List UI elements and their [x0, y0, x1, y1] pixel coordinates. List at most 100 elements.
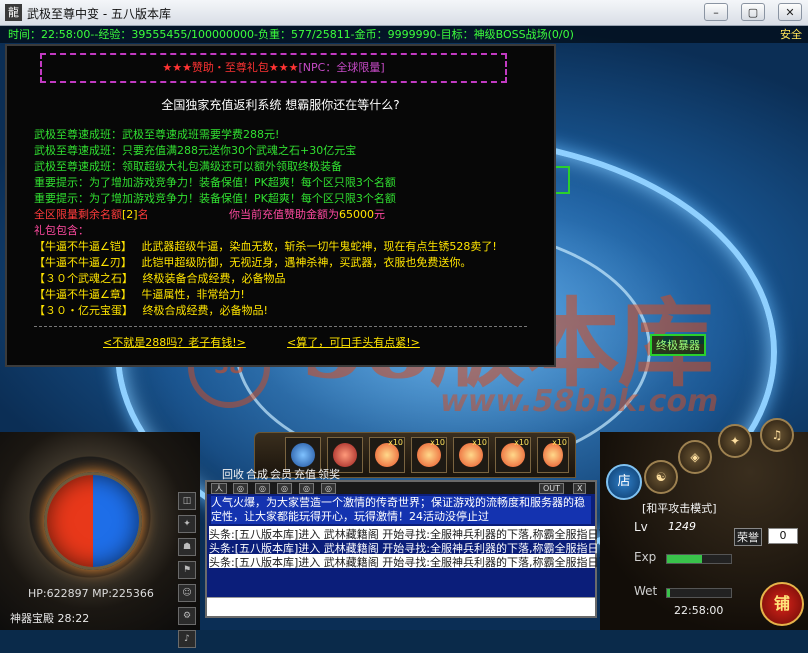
function-tabs: 回收 合成 会员 充值 领奖 — [222, 466, 342, 481]
sound-round-icon[interactable]: ♫ — [760, 418, 794, 452]
dialog-line: 武极至尊速成班：领取超级大礼包满级还可以额外领取终极装备 — [34, 160, 342, 173]
sound-icon[interactable]: ♪ — [178, 630, 196, 648]
belt-slot[interactable]: x10 — [369, 437, 405, 473]
gift-desc: 终极装备合成经费，必备物品 — [142, 272, 286, 285]
chat-message: 头条:[五八版本库]进入 武林藏籍阁 开始寻找:全服神兵利器的下落,称霸全服指日… — [209, 542, 625, 555]
shop-button[interactable]: 店 — [606, 464, 642, 500]
bottom-hud: HP:622897 MP:225366 神器宝殿 28:22 ◫ ✦ ☗ ⚑ ☺… — [0, 418, 808, 648]
dialog-headline: 全国独家充值返利系统 想霸服你还在等什么? — [161, 98, 400, 112]
slot-count: x10 — [388, 438, 403, 447]
banner-title: ★★★赞助・至尊礼包★★★ — [162, 61, 299, 74]
map-name: 神器宝殿 28:22 — [10, 612, 90, 625]
status-panel: 店 ☯ ◈ ✦ ♫ [和平攻击模式] Lv 1249 荣誉 0 Exp Wet … — [600, 418, 808, 630]
weight-bar-fill — [667, 589, 671, 597]
chat-channel-button[interactable]: ◎ — [277, 483, 292, 494]
guild-icon[interactable]: ⚑ — [178, 561, 196, 579]
slot-count: x10 — [430, 438, 445, 447]
slot-count: x10 — [552, 438, 567, 447]
bag-icon[interactable]: ◫ — [178, 492, 196, 510]
sponsor-label: 你当前充值赞助金额为 — [229, 208, 339, 221]
sponsor-line: 你当前充值赞助金额为65000元 — [229, 206, 385, 222]
quota-line: 全区限量剩余名额[2]名 — [34, 206, 149, 222]
belt-slot[interactable]: x10 — [537, 437, 569, 473]
accept-offer-link[interactable]: <不就是288吗？老子有钱!> — [103, 334, 246, 350]
map-npc-tag[interactable]: 终极暴器 — [650, 334, 706, 356]
chat-close-button[interactable]: X — [573, 483, 587, 494]
dragon-frame: HP:622897 MP:225366 神器宝殿 28:22 — [0, 432, 200, 630]
chat-channel-button[interactable]: ◎ — [255, 483, 270, 494]
window-titlebar: 龍 武极至尊中变 - 五八版本库 – ▢ ✕ — [0, 0, 808, 26]
level-value: 1249 — [668, 520, 696, 533]
rune-skill-icon — [291, 443, 315, 467]
friend-icon[interactable]: ☺ — [178, 584, 196, 602]
flame-skill-icon — [333, 443, 357, 467]
chat-notice: 人气火爆，为大家营造一个激情的传奇世界；保证游戏的流畅度和服务器的稳定性，让大家… — [211, 496, 591, 524]
window-title: 武极至尊中变 - 五八版本库 — [27, 7, 171, 21]
minimize-button[interactable]: – — [704, 3, 728, 21]
belt-slot[interactable]: x10 — [453, 437, 489, 473]
gift-name: 【牛逼不牛逼∠铠】 — [34, 240, 132, 253]
team-icon[interactable]: ☗ — [178, 538, 196, 556]
chat-input[interactable] — [207, 597, 595, 616]
close-button[interactable]: ✕ — [778, 3, 802, 21]
setting-icon[interactable]: ⚙ — [178, 607, 196, 625]
slot-count: x10 — [472, 438, 487, 447]
gift-heading: 礼包包含： — [34, 224, 89, 237]
sponsor-value: 65000 — [339, 208, 374, 221]
gift-item: 【牛逼不牛逼∠刃】 此铠甲超级防御，无视近身，遇神杀神，买武器，衣服也免费送你。 — [34, 254, 471, 270]
belt-slot[interactable]: x10 — [495, 437, 531, 473]
gift-desc: 终极合成经费，必备物品! — [142, 304, 268, 317]
chat-message: 头条:[五八版本库]进入 武林藏籍阁 开始寻找:全服神兵利器的下落,称霸全服指日… — [209, 554, 625, 569]
gift-name: 【３０个武魂之石】 — [34, 272, 133, 285]
chat-channel-button[interactable]: ◎ — [321, 483, 336, 494]
attack-mode[interactable]: [和平攻击模式] — [642, 500, 717, 516]
quota-unit: 名 — [137, 208, 149, 221]
exp-label: Exp — [634, 550, 657, 564]
quota-value: [2] — [122, 208, 138, 221]
weight-bar — [666, 588, 732, 598]
gift-item: 【３０个武魂之石】 终极装备合成经费，必备物品 — [34, 270, 286, 286]
chat-panel: 人 ◎ ◎ ◎ ◎ ◎ OUT X 人气火爆，为大家营造一个激情的传奇世界；保证… — [205, 480, 625, 618]
character-icon[interactable]: ☯ — [644, 460, 678, 494]
bag-round-icon[interactable]: ◈ — [678, 440, 712, 474]
honor-value: 0 — [768, 528, 798, 544]
hp-mp-readout: HP:622897 MP:225366 — [28, 587, 154, 600]
store-button[interactable]: 铺 — [760, 582, 804, 626]
gift-item: 【牛逼不牛逼∠章】 牛逼属性，非常给力! — [34, 286, 245, 302]
belt-slot[interactable]: x10 — [411, 437, 447, 473]
gift-desc: 此铠甲超级防御，无视近身，遇神杀神，买武器，衣服也免费送你。 — [141, 256, 472, 269]
gift-desc: 牛逼属性，非常给力! — [141, 288, 245, 301]
maximize-button[interactable]: ▢ — [741, 3, 765, 21]
dialog-divider — [34, 326, 527, 327]
chat-channel-button[interactable]: 人 — [211, 483, 227, 494]
chat-channel-button[interactable]: ◎ — [299, 483, 314, 494]
chat-out-button[interactable]: OUT — [539, 483, 565, 494]
gift-name: 【牛逼不牛逼∠章】 — [34, 288, 132, 301]
game-clock: 22:58:00 — [674, 604, 724, 617]
decline-offer-link[interactable]: <算了，可口手头有点紧!> — [287, 334, 420, 350]
hp-mp-orb — [44, 472, 142, 570]
banner-npc-tag: [NPC：全球限量] — [298, 61, 385, 74]
watermark-url: www.58bbk.com — [440, 384, 719, 419]
gift-desc: 此武器超级牛逼，染血无数，斩杀一切牛鬼蛇神，现在有点生锈528卖了! — [141, 240, 497, 253]
slot-count: x10 — [514, 438, 529, 447]
skill-icon[interactable]: ✦ — [178, 515, 196, 533]
dialog-banner: ★★★赞助・至尊礼包★★★[NPC：全球限量] — [40, 53, 507, 83]
gift-name: 【牛逼不牛逼∠刃】 — [34, 256, 132, 269]
skill-round-icon[interactable]: ✦ — [718, 424, 752, 458]
chat-message: 头条:[五八版本库]进入 武林藏籍阁 开始寻找:全服神兵利器的下落,称霸全服指日… — [209, 526, 625, 541]
gift-item: 【牛逼不牛逼∠铠】 此武器超级牛逼，染血无数，斩杀一切牛鬼蛇神，现在有点生锈52… — [34, 238, 497, 254]
gift-name: 【３０・亿元宝蛋】 — [34, 304, 133, 317]
level-label: Lv — [634, 520, 648, 534]
status-text: 时间：22:58:00--经验：39555455/100000000-负重：57… — [8, 28, 574, 41]
npc-dialog: ★★★赞助・至尊礼包★★★[NPC：全球限量] 全国独家充值返利系统 想霸服你还… — [5, 44, 556, 367]
safe-zone-label: 安全 — [780, 28, 802, 41]
status-line: 时间：22:58:00--经验：39555455/100000000-负重：57… — [0, 26, 808, 43]
dialog-line: 重要提示：为了增加游戏竞争力！装备保值！PK超爽！每个区只限3个名额 — [34, 176, 396, 189]
chat-toolbar: 人 ◎ ◎ ◎ ◎ ◎ OUT X — [207, 482, 595, 494]
chat-channel-button[interactable]: ◎ — [233, 483, 248, 494]
app-icon: 龍 — [5, 4, 22, 21]
quota-label: 全区限量剩余名额 — [34, 208, 122, 221]
exp-bar-fill — [667, 555, 703, 563]
exp-bar — [666, 554, 732, 564]
